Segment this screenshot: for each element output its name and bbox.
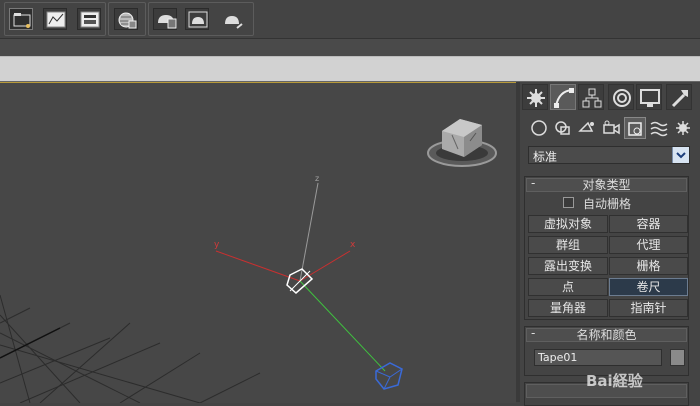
point-button[interactable]: 点 — [528, 278, 608, 296]
object-type-title: 对象类型 — [582, 178, 631, 192]
toolbar-group-render — [148, 2, 254, 36]
name-and-color-rollout-header[interactable]: - 名称和颜色 — [526, 326, 687, 342]
x-axis-label: x — [350, 240, 356, 250]
chevron-down-icon[interactable] — [672, 147, 689, 163]
display-icon[interactable] — [636, 84, 662, 110]
crowd-button[interactable]: 群组 — [528, 236, 608, 254]
toolbar-group-material — [108, 2, 146, 36]
viewcube-icon[interactable] — [427, 119, 497, 167]
motion-icon[interactable] — [608, 84, 634, 110]
name-and-color-title: 名称和颜色 — [576, 328, 637, 342]
command-panel: 标准 - 对象类型 自动栅格 虚拟对象 容器 群组 代理 露出变换 栅格 点 卷… — [520, 82, 700, 406]
tape-end-box[interactable] — [375, 362, 403, 390]
hierarchy-icon[interactable] — [578, 84, 604, 110]
ribbon-bar — [0, 39, 700, 56]
utilities-icon[interactable] — [666, 84, 692, 110]
compass-button[interactable]: 指南针 — [609, 299, 688, 317]
grid-button[interactable]: 栅格 — [609, 257, 688, 275]
proxy-button[interactable]: 代理 — [609, 236, 688, 254]
z-axis-label: z — [315, 174, 319, 183]
render-production-icon[interactable] — [185, 8, 209, 30]
y-axis-label: y — [214, 240, 220, 250]
toolbar-group-files — [4, 2, 106, 36]
category-dropdown-value: 标准 — [533, 150, 558, 164]
category-dropdown[interactable]: 标准 — [528, 146, 690, 164]
autogrid-label: 自动栅格 — [583, 197, 632, 211]
y-axis-line — [215, 250, 301, 282]
shapes-icon[interactable] — [552, 117, 574, 139]
tape-button[interactable]: 卷尺 — [609, 278, 688, 296]
render-frame-icon[interactable] — [153, 8, 177, 30]
render-active-icon[interactable] — [219, 8, 243, 30]
create-icon[interactable] — [522, 84, 548, 110]
lights-icon[interactable] — [576, 117, 598, 139]
material-editor-icon[interactable] — [114, 8, 138, 30]
x-axis-line — [299, 250, 351, 282]
home-grid — [0, 294, 261, 403]
render-setup-icon[interactable] — [77, 8, 101, 30]
exposetm-button[interactable]: 露出变换 — [528, 257, 608, 275]
tape-end-edge — [375, 370, 391, 378]
space-warps-icon[interactable] — [648, 117, 670, 139]
object-type-rollout-header[interactable]: - 对象类型 — [526, 176, 687, 192]
object-type-rollout: - 对象类型 自动栅格 虚拟对象 容器 群组 代理 露出变换 栅格 点 卷尺 量… — [524, 176, 689, 320]
protractor-button[interactable]: 量角器 — [528, 299, 608, 317]
helpers-icon[interactable] — [624, 117, 646, 139]
object-name-field[interactable]: Tape01 — [534, 349, 662, 366]
cameras-icon[interactable] — [600, 117, 622, 139]
container-button[interactable]: 容器 — [609, 215, 688, 233]
z-axis-line — [299, 182, 319, 282]
object-color-swatch[interactable] — [670, 349, 685, 366]
watermark-logo: Bai経验 — [586, 372, 643, 390]
open-file-icon[interactable] — [9, 8, 33, 30]
tape-line — [299, 280, 386, 372]
main-toolbar — [0, 0, 700, 39]
graph-editor-icon[interactable] — [43, 8, 67, 30]
viewport-label-bar — [0, 56, 700, 83]
autogrid-checkbox[interactable] — [563, 197, 574, 208]
modify-icon[interactable] — [550, 84, 576, 110]
dummy-button[interactable]: 虚拟对象 — [528, 215, 608, 233]
tape-helper[interactable] — [215, 182, 403, 390]
name-and-color-rollout: - 名称和颜色 Tape01 — [524, 326, 689, 376]
systems-icon[interactable] — [672, 117, 694, 139]
perspective-viewport[interactable]: y x z — [0, 82, 516, 403]
geometry-icon[interactable] — [528, 117, 550, 139]
